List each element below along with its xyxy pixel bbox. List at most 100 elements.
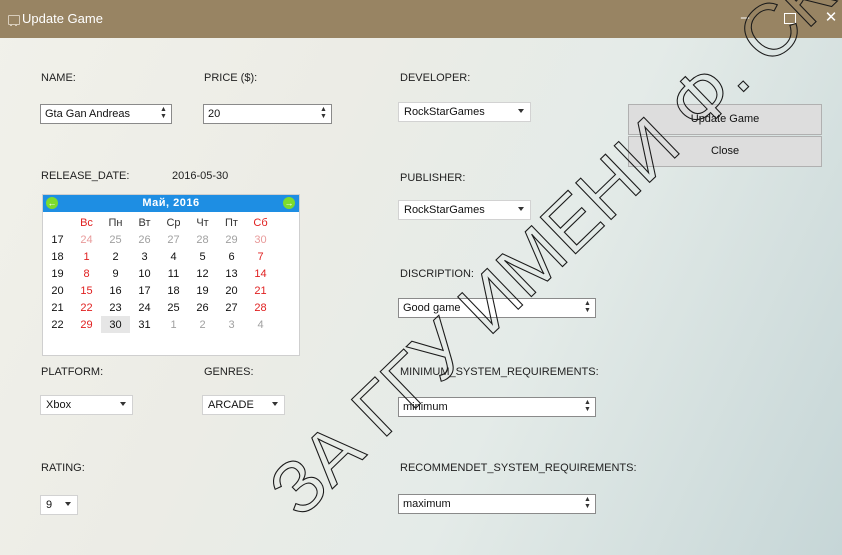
release-date-label: RELEASE_DATE: [41, 170, 130, 182]
calendar-day[interactable]: 21 [246, 282, 275, 299]
calendar-day[interactable]: 4 [246, 316, 275, 333]
calendar-grid: Вс Пн Вт Ср Чт Пт Сб 17 24 25 26 27 28 2… [43, 214, 275, 333]
calendar-day[interactable]: 22 [72, 299, 101, 316]
genres-label: GENRES: [204, 366, 254, 378]
calendar-day[interactable]: 15 [72, 282, 101, 299]
week-number: 17 [51, 233, 64, 246]
name-spinner[interactable]: ▲ ▼ [158, 106, 169, 122]
min-requirements-label: MINIMUM_SYSTEM_REQUIREMENTS: [400, 366, 599, 378]
developer-dropdown[interactable]: RockStarGames [398, 102, 531, 122]
developer-value: RockStarGames [404, 106, 485, 118]
calendar-day[interactable]: 29 [72, 316, 101, 333]
minimize-button[interactable]: – [734, 8, 756, 28]
recommended-requirements-field[interactable]: maximum ▲ ▼ [398, 494, 596, 514]
calendar-day[interactable]: 20 [217, 282, 246, 299]
name-field[interactable]: Gta Gan Andreas ▲ ▼ [40, 104, 172, 124]
calendar-day[interactable]: 27 [159, 231, 188, 248]
calendar-day[interactable]: 18 [159, 282, 188, 299]
calendar-day[interactable]: 8 [72, 265, 101, 282]
description-value: Good game [403, 302, 461, 314]
chevron-down-icon [120, 402, 126, 406]
update-game-button[interactable]: Update Game [628, 104, 822, 135]
maximize-button[interactable] [779, 8, 801, 28]
calendar-day[interactable]: 26 [130, 231, 159, 248]
recommended-requirements-spinner[interactable]: ▲ ▼ [582, 496, 593, 512]
title-bar[interactable]: Update Game – ✕ [0, 0, 842, 38]
calendar-day[interactable]: 28 [188, 231, 217, 248]
description-field[interactable]: Good game ▲ ▼ [398, 298, 596, 318]
close-window-button[interactable]: ✕ [820, 8, 842, 28]
calendar-day[interactable]: 19 [188, 282, 217, 299]
calendar-day[interactable]: 27 [217, 299, 246, 316]
rating-label: RATING: [41, 462, 85, 474]
calendar-day[interactable]: 2 [101, 248, 130, 265]
calendar-day[interactable]: 10 [130, 265, 159, 282]
genres-dropdown[interactable]: ARCADE [202, 395, 285, 415]
min-requirements-value: minimum [403, 401, 448, 413]
calendar-day[interactable]: 31 [130, 316, 159, 333]
close-button[interactable]: Close [628, 136, 822, 167]
platform-dropdown[interactable]: Xbox [40, 395, 133, 415]
calendar-day[interactable]: 28 [246, 299, 275, 316]
calendar-day[interactable]: 26 [188, 299, 217, 316]
calendar-day[interactable]: 23 [101, 299, 130, 316]
calendar-day[interactable]: 1 [72, 248, 101, 265]
calendar-day[interactable]: 7 [246, 248, 275, 265]
platform-value: Xbox [46, 399, 72, 411]
genres-value: ARCADE [208, 399, 254, 411]
price-value: 20 [208, 108, 221, 120]
name-value: Gta Gan Andreas [45, 108, 130, 120]
calendar-day-selected[interactable]: 30 [101, 316, 130, 333]
next-month-button[interactable]: → [283, 197, 295, 209]
calendar-day[interactable]: 24 [72, 231, 101, 248]
calendar-day[interactable]: 16 [101, 282, 130, 299]
calendar-day[interactable]: 12 [188, 265, 217, 282]
price-field[interactable]: 20 ▲ ▼ [203, 104, 332, 124]
price-spinner[interactable]: ▲ ▼ [318, 106, 329, 122]
cart-icon [8, 15, 20, 26]
chevron-down-icon [272, 402, 278, 406]
calendar-day[interactable]: 14 [246, 265, 275, 282]
calendar-day[interactable]: 3 [217, 316, 246, 333]
watermark-text: ЗА ГГУ ИМЕНИ Ф. СКОРИНЫ [253, 0, 842, 532]
publisher-dropdown[interactable]: RockStarGames [398, 200, 531, 220]
calendar-day[interactable]: 6 [217, 248, 246, 265]
calendar-day[interactable]: 13 [217, 265, 246, 282]
window-title: Update Game [22, 11, 103, 26]
platform-label: PLATFORM: [41, 366, 104, 378]
calendar-day[interactable]: 5 [188, 248, 217, 265]
calendar-day[interactable]: 9 [101, 265, 130, 282]
min-requirements-field[interactable]: minimum ▲ ▼ [398, 397, 596, 417]
min-requirements-spinner[interactable]: ▲ ▼ [582, 399, 593, 415]
update-game-window: Update Game – ✕ NAME: Gta Gan Andreas ▲ ▼… [0, 0, 842, 555]
release-date-calendar[interactable]: ← Май, 2016 → Вс Пн Вт Ср Чт Пт Сб 17 24… [42, 194, 300, 356]
calendar-day[interactable]: 29 [217, 231, 246, 248]
recommended-requirements-label: RECOMMENDET_SYSTEM_REQUIREMENTS: [400, 462, 637, 474]
calendar-month-title[interactable]: Май, 2016 [43, 197, 299, 209]
calendar-day[interactable]: 25 [159, 299, 188, 316]
publisher-value: RockStarGames [404, 204, 485, 216]
chevron-down-icon [518, 109, 524, 113]
calendar-day[interactable]: 25 [101, 231, 130, 248]
calendar-day[interactable]: 3 [130, 248, 159, 265]
rating-dropdown[interactable]: 9 [40, 495, 78, 515]
recommended-requirements-value: maximum [403, 498, 451, 510]
name-label: NAME: [41, 72, 76, 84]
calendar-day[interactable]: 11 [159, 265, 188, 282]
calendar-day[interactable]: 2 [188, 316, 217, 333]
calendar-day[interactable]: 4 [159, 248, 188, 265]
calendar-day[interactable]: 1 [159, 316, 188, 333]
calendar-header: ← Май, 2016 → [43, 195, 299, 212]
description-spinner[interactable]: ▲ ▼ [582, 300, 593, 316]
day-name: Вт [138, 216, 151, 229]
day-name: Пт [225, 216, 238, 229]
day-name: Пн [108, 216, 123, 229]
calendar-day[interactable]: 30 [246, 231, 275, 248]
calendar-day[interactable]: 24 [130, 299, 159, 316]
chevron-down-icon [518, 207, 524, 211]
week-number: 20 [51, 284, 64, 297]
release-date-value: 2016-05-30 [172, 170, 229, 182]
calendar-day[interactable]: 17 [130, 282, 159, 299]
developer-label: DEVELOPER: [400, 72, 471, 84]
rating-value: 9 [46, 499, 53, 511]
